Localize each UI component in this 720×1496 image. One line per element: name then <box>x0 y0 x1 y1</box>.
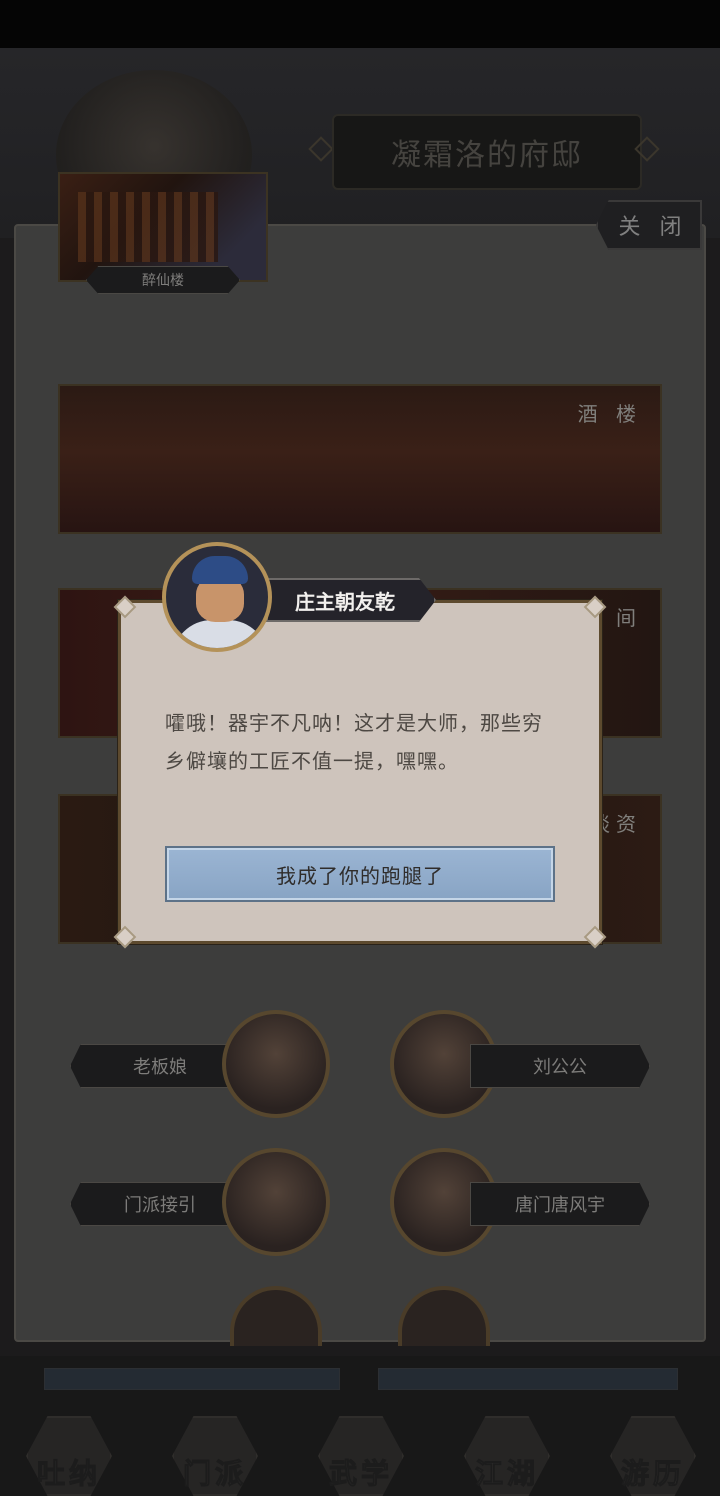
speaker-portrait <box>162 542 272 652</box>
status-bar <box>0 0 720 48</box>
npc-proprietress-portrait[interactable] <box>222 1010 330 1118</box>
portrait-hat <box>192 556 248 584</box>
nav-travel[interactable]: 游历 <box>598 1384 708 1496</box>
npc-row-2: 门派接引 唐门唐风宇 <box>0 1148 720 1258</box>
residence-title: 凝霜洛的府邸 <box>332 114 642 190</box>
speaker-name: 庄主朝友乾 <box>266 578 436 622</box>
npc-sect-guide-token-icon[interactable] <box>222 1148 330 1256</box>
dialog-text-line-2: 乡僻壤的工匠不值一提，嘿嘿。 <box>165 749 459 773</box>
npc-tang-fengyu-label[interactable]: 唐门唐风宇 <box>470 1182 650 1226</box>
dialog-text-line-1: 嚯哦！器宇不凡呐！这才是大师，那些穷 <box>165 711 543 735</box>
nav-martial-arts-label: 武学 <box>328 1457 393 1491</box>
location-label: 醉仙楼 <box>86 266 240 294</box>
nav-jianghu[interactable]: 江湖 <box>452 1384 562 1496</box>
reply-button[interactable]: 我成了你的跑腿了 <box>165 846 555 902</box>
dialog-corner-ornament <box>113 595 137 619</box>
nav-travel-label: 游历 <box>620 1457 685 1491</box>
location-thumbnail[interactable] <box>58 172 268 282</box>
npc-eunuch-liu-label[interactable]: 刘公公 <box>470 1044 650 1088</box>
nav-martial-arts[interactable]: 武学 <box>306 1384 416 1496</box>
game-screen: 凝霜洛的府邸 醉仙楼 关 闭 酒 楼 雅 间 谈资 老板娘 刘公公 门派接引 唐… <box>0 0 720 1496</box>
building-image <box>78 192 218 262</box>
nav-sect[interactable]: 门派 <box>160 1384 270 1496</box>
venue-tavern[interactable]: 酒 楼 <box>58 384 662 534</box>
portrait-robe <box>172 620 268 648</box>
close-button[interactable]: 关 闭 <box>596 200 702 250</box>
nav-breathing-label: 吐纳 <box>36 1457 101 1491</box>
nav-sect-label: 门派 <box>182 1457 247 1491</box>
npc-row-1: 老板娘 刘公公 <box>0 1010 720 1120</box>
venue-tavern-image <box>60 386 660 532</box>
nav-jianghu-label: 江湖 <box>474 1457 539 1491</box>
dialog-text: 嚯哦！器宇不凡呐！这才是大师，那些穷 乡僻壤的工匠不值一提，嘿嘿。 <box>165 704 555 780</box>
venue-tavern-label: 酒 楼 <box>577 402 642 426</box>
nav-breathing[interactable]: 吐纳 <box>14 1384 124 1496</box>
